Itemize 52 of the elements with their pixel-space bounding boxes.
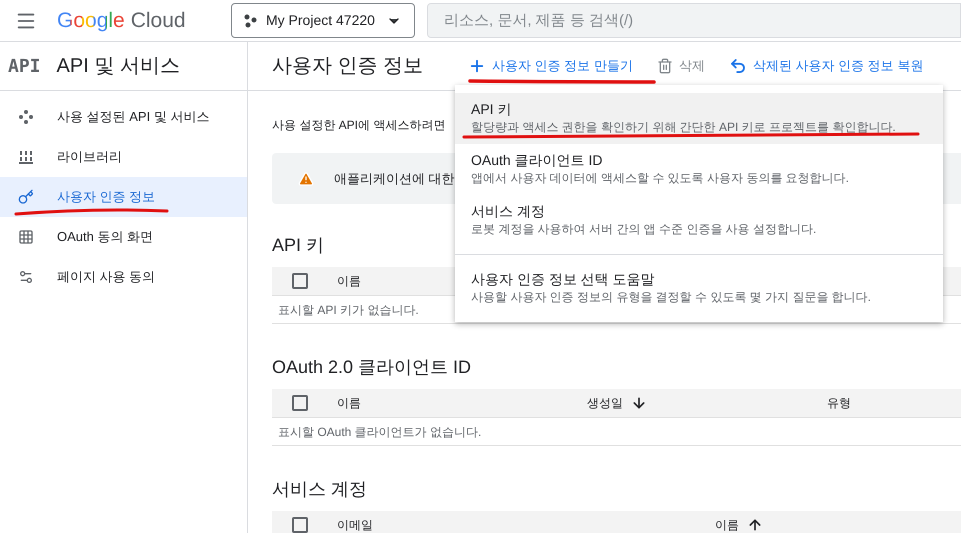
warning-icon <box>298 170 314 186</box>
menu-item[interactable]: OAuth 클라이언트 ID 앱에서 사용자 데이터에 액세스할 수 있도록 사용자 동의를 요청합니다. <box>455 144 943 195</box>
section-heading: API 키 <box>272 234 326 257</box>
column-header[interactable]: 생성일 <box>587 394 647 412</box>
menu-item-description: 사용할 사용자 인증 정보의 유형을 결정할 수 있도록 몇 가지 질문을 합니다. <box>471 289 872 305</box>
search-field[interactable]: 리소스, 문서, 제품 등 검색(/) <box>427 3 961 38</box>
diamond-dots-icon <box>18 109 34 125</box>
project-picker[interactable]: My Project 47220 <box>231 3 415 38</box>
undo-icon <box>728 57 747 75</box>
nav-item[interactable]: 사용자 인증 정보 <box>0 177 247 217</box>
menu-item-title: OAuth 클라이언트 ID <box>471 151 604 170</box>
column-header[interactable]: 이름 <box>337 394 361 412</box>
product-name: Cloud <box>130 8 186 34</box>
select-all-checkbox[interactable] <box>292 273 308 289</box>
project-dots-icon <box>244 14 258 28</box>
api-label: API <box>8 54 41 78</box>
plus-icon <box>468 57 486 75</box>
trash-icon <box>656 58 673 74</box>
menu-item-title: API 키 <box>471 100 512 119</box>
nav-item[interactable]: 라이브러리 <box>0 137 247 177</box>
nav-item[interactable]: 페이지 사용 동의 <box>0 257 247 297</box>
column-header[interactable]: 유형 <box>827 394 851 412</box>
nav-item[interactable]: 사용 설정된 API 및 서비스 <box>0 97 247 137</box>
column-header[interactable]: 이름 <box>337 272 361 290</box>
intro-text: 사용 설정한 API에 액세스하려면 <box>272 117 446 134</box>
column-header[interactable]: 이름 <box>715 516 763 533</box>
menu-item-title: 사용자 인증 정보 선택 도움말 <box>471 270 656 289</box>
select-all-checkbox[interactable] <box>292 517 308 533</box>
menu-item[interactable]: API 키 할당량과 액세스 권한을 확인하기 위해 간단한 API 키로 프로젝트를 확인합니다. <box>455 93 943 144</box>
page-title: 사용자 인증 정보 <box>272 54 424 79</box>
nav-item[interactable]: OAuth 동의 화면 <box>0 217 247 257</box>
section-heading: 서비스 계정 <box>272 478 368 501</box>
menu-item[interactable]: 사용자 인증 정보 선택 도움말 사용할 사용자 인증 정보의 유형을 결정할 수 있도록 몇 가지 질문을 합니다. <box>455 263 943 314</box>
empty-message: 표시할 OAuth 클라이언트가 없습니다. <box>278 424 482 440</box>
sort-up-icon[interactable] <box>747 517 763 533</box>
banner-text: 애플리케이션에 대한 <box>334 170 455 188</box>
dotted-grid-icon <box>18 229 34 245</box>
sort-down-icon[interactable] <box>631 395 647 411</box>
restore-action[interactable]: 삭제된 사용자 인증 정보 복원 <box>728 56 924 76</box>
menu-item-title: 서비스 계정 <box>471 202 546 221</box>
column-header[interactable]: 이메일 <box>337 516 373 533</box>
section-heading: OAuth 2.0 클라이언트 ID <box>272 356 472 379</box>
empty-message: 표시할 API 키가 없습니다. <box>278 302 419 318</box>
create-action[interactable]: 사용자 인증 정보 만들기 <box>468 56 633 76</box>
select-all-checkbox[interactable] <box>292 395 308 411</box>
section-title: API 및 서비스 <box>56 54 180 79</box>
key-icon <box>18 189 34 205</box>
menu-item-description: 로봇 계정을 사용하여 서버 간의 앱 수준 인증을 사용 설정합니다. <box>471 221 818 237</box>
menu-item[interactable]: 서비스 계정 로봇 계정을 사용하여 서버 간의 앱 수준 인증을 사용 설정합니다. <box>455 195 943 246</box>
menu-item-description: 앱에서 사용자 데이터에 액세스할 수 있도록 사용자 동의를 요청합니다. <box>471 170 850 186</box>
menu-item-description: 할당량과 액세스 권한을 확인하기 위해 간단한 API 키로 프로젝트를 확인합니다. <box>471 119 897 135</box>
library-icon <box>18 149 34 165</box>
